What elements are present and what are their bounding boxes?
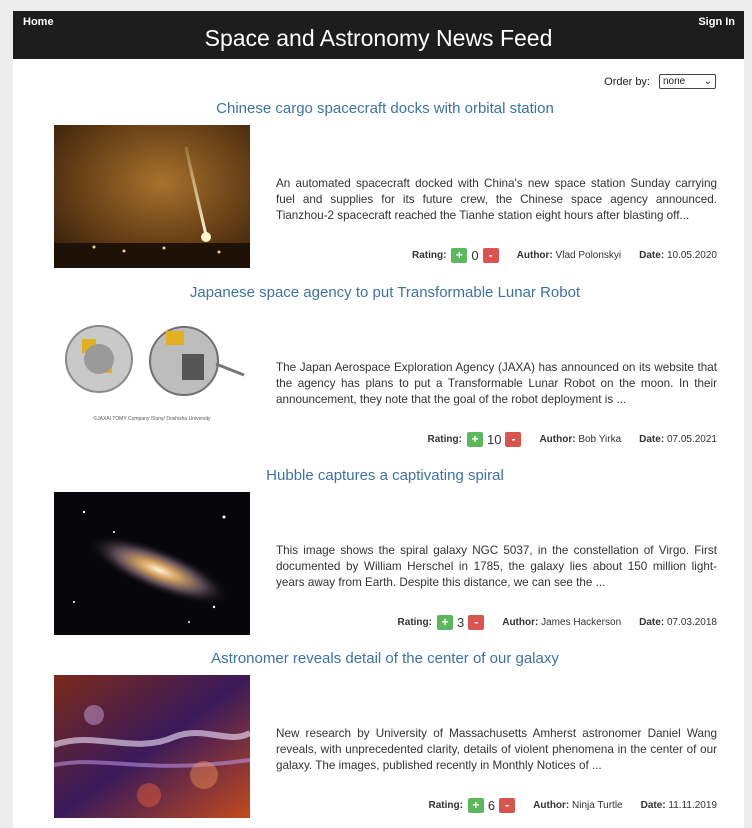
upvote-button[interactable]: + [466, 432, 483, 447]
author-name: Vlad Polonskyi [555, 250, 622, 261]
rating-label: Rating: [428, 800, 463, 811]
rating-count: 10 [486, 432, 502, 447]
page-title: Space and Astronomy News Feed [204, 25, 553, 51]
chevron-down-icon: ⌄ [703, 76, 712, 87]
article-meta: Rating: + 0 - Author: Vlad Polonskyi Dat… [412, 248, 717, 263]
author-label: Author: [539, 434, 576, 445]
author-label: Author: [516, 250, 553, 261]
article-meta: Rating: + 10 - Author: Bob Yirka Date: 0… [428, 432, 717, 447]
rating-label: Rating: [427, 434, 462, 445]
article-date: 10.05.2020 [666, 250, 717, 261]
top-bar: Home Space and Astronomy News Feed Sign … [13, 11, 744, 59]
downvote-button[interactable]: - [505, 432, 522, 447]
page-frame: Home Space and Astronomy News Feed Sign … [13, 11, 744, 828]
article-date: 07.05.2021 [666, 434, 717, 445]
order-label: Order by: [604, 75, 650, 88]
article-title[interactable]: Hubble captures a captivating spiral [13, 467, 744, 484]
author-name: Ninja Turtle [572, 800, 623, 811]
author-name: Bob Yirka [578, 434, 622, 445]
date-label: Date: [640, 800, 666, 811]
rating-count: 3 [456, 615, 465, 630]
downvote-button[interactable]: - [468, 615, 485, 630]
article-title[interactable]: Astronomer reveals detail of the center … [13, 650, 744, 667]
upvote-button[interactable]: + [451, 248, 468, 263]
downvote-button[interactable]: - [499, 798, 516, 813]
date-label: Date: [639, 434, 665, 445]
rating-label: Rating: [397, 617, 432, 628]
date-label: Date: [639, 617, 665, 628]
article-image-rocket-launch[interactable] [54, 125, 250, 268]
upvote-button[interactable]: + [467, 798, 484, 813]
article-date: 11.11.2019 [668, 800, 717, 811]
article-summary: New research by University of Massachuse… [276, 727, 717, 772]
author-label: Author: [502, 617, 539, 628]
article-title[interactable]: Chinese cargo spacecraft docks with orbi… [13, 100, 744, 117]
date-label: Date: [639, 250, 665, 261]
order-selected-value: none [663, 76, 686, 87]
rating-label: Rating: [411, 250, 447, 261]
rating-count: 0 [471, 248, 479, 263]
article-summary: This image shows the spiral galaxy NGC 5… [276, 544, 717, 589]
article-meta: Rating: + 6 - Author: Ninja Turtle Date:… [428, 798, 717, 813]
order-control: Order by: none ⌄ [604, 74, 716, 89]
sign-in-link[interactable]: Sign In [698, 16, 735, 28]
article-summary: The Japan Aerospace Exploration Agency (… [276, 361, 717, 406]
article-summary: An automated spacecraft docked with Chin… [276, 177, 717, 222]
order-select[interactable]: none ⌄ [659, 74, 716, 89]
article-image-spiral-galaxy[interactable] [54, 492, 250, 635]
downvote-button[interactable]: - [482, 248, 499, 263]
image-caption: ©JAXA/ TOMY Company /Sony/ Doshisha Univ… [93, 415, 211, 422]
article-date: 07.03.2018 [666, 617, 717, 628]
rating-count: 6 [487, 798, 496, 813]
article-image-galaxy-center[interactable] [54, 675, 250, 818]
author-name: James Hackerson [541, 617, 622, 628]
article-title[interactable]: Japanese space agency to put Transformab… [13, 284, 744, 301]
author-label: Author: [533, 800, 570, 811]
upvote-button[interactable]: + [436, 615, 453, 630]
article-image-lunar-robot[interactable]: ©JAXA/ TOMY Company /Sony/ Doshisha Univ… [54, 309, 250, 452]
article-meta: Rating: + 3 - Author: James Hackerson Da… [398, 615, 717, 630]
